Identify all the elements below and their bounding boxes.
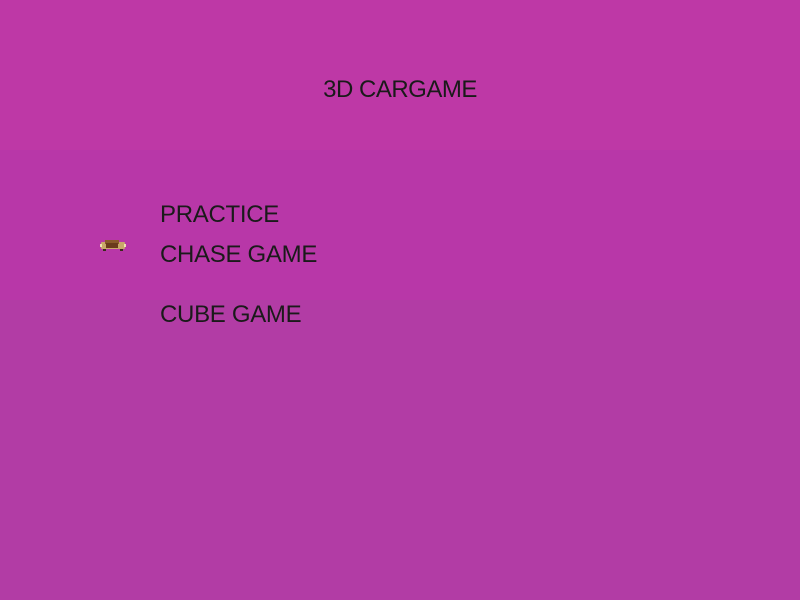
car-icon [100,240,126,251]
background-band-middle [0,150,800,300]
game-title: 3D CARGAME [323,76,477,103]
menu-item-practice[interactable]: PRACTICE [160,201,279,229]
main-menu-screen: 3D CARGAME PRACTICE CHASE GAME CUBE GAME [0,0,800,600]
menu-item-chase-game[interactable]: CHASE GAME [160,241,317,269]
background-band-bottom [0,300,800,600]
background-band-top [0,0,800,150]
menu-item-cube-game[interactable]: CUBE GAME [160,301,302,329]
